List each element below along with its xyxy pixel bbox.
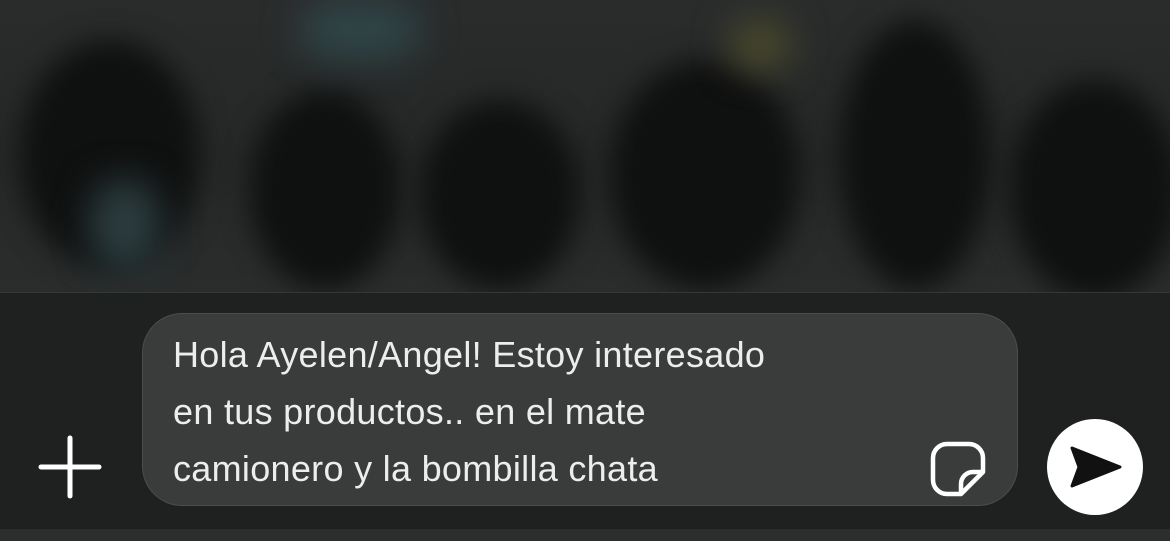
attach-button[interactable] — [38, 435, 102, 499]
send-arrow-icon — [1070, 446, 1122, 488]
plus-icon — [38, 435, 102, 499]
message-input-field[interactable]: Hola Ayelen/Angel! Estoy interesado en t… — [142, 313, 1018, 506]
message-line: en tus productos.. en el mate — [173, 391, 646, 432]
message-text[interactable]: Hola Ayelen/Angel! Estoy interesado en t… — [173, 326, 913, 497]
message-line: Hola Ayelen/Angel! Estoy interesado — [173, 334, 766, 375]
chat-wallpaper-background — [0, 0, 1170, 292]
sticker-icon — [930, 441, 986, 497]
sticker-button[interactable] — [929, 440, 987, 498]
send-button[interactable] — [1047, 419, 1143, 515]
chat-screen: Hola Ayelen/Angel! Estoy interesado en t… — [0, 0, 1170, 541]
message-line: camionero y la bombilla chata — [173, 448, 658, 489]
bottom-safe-area — [0, 529, 1170, 541]
